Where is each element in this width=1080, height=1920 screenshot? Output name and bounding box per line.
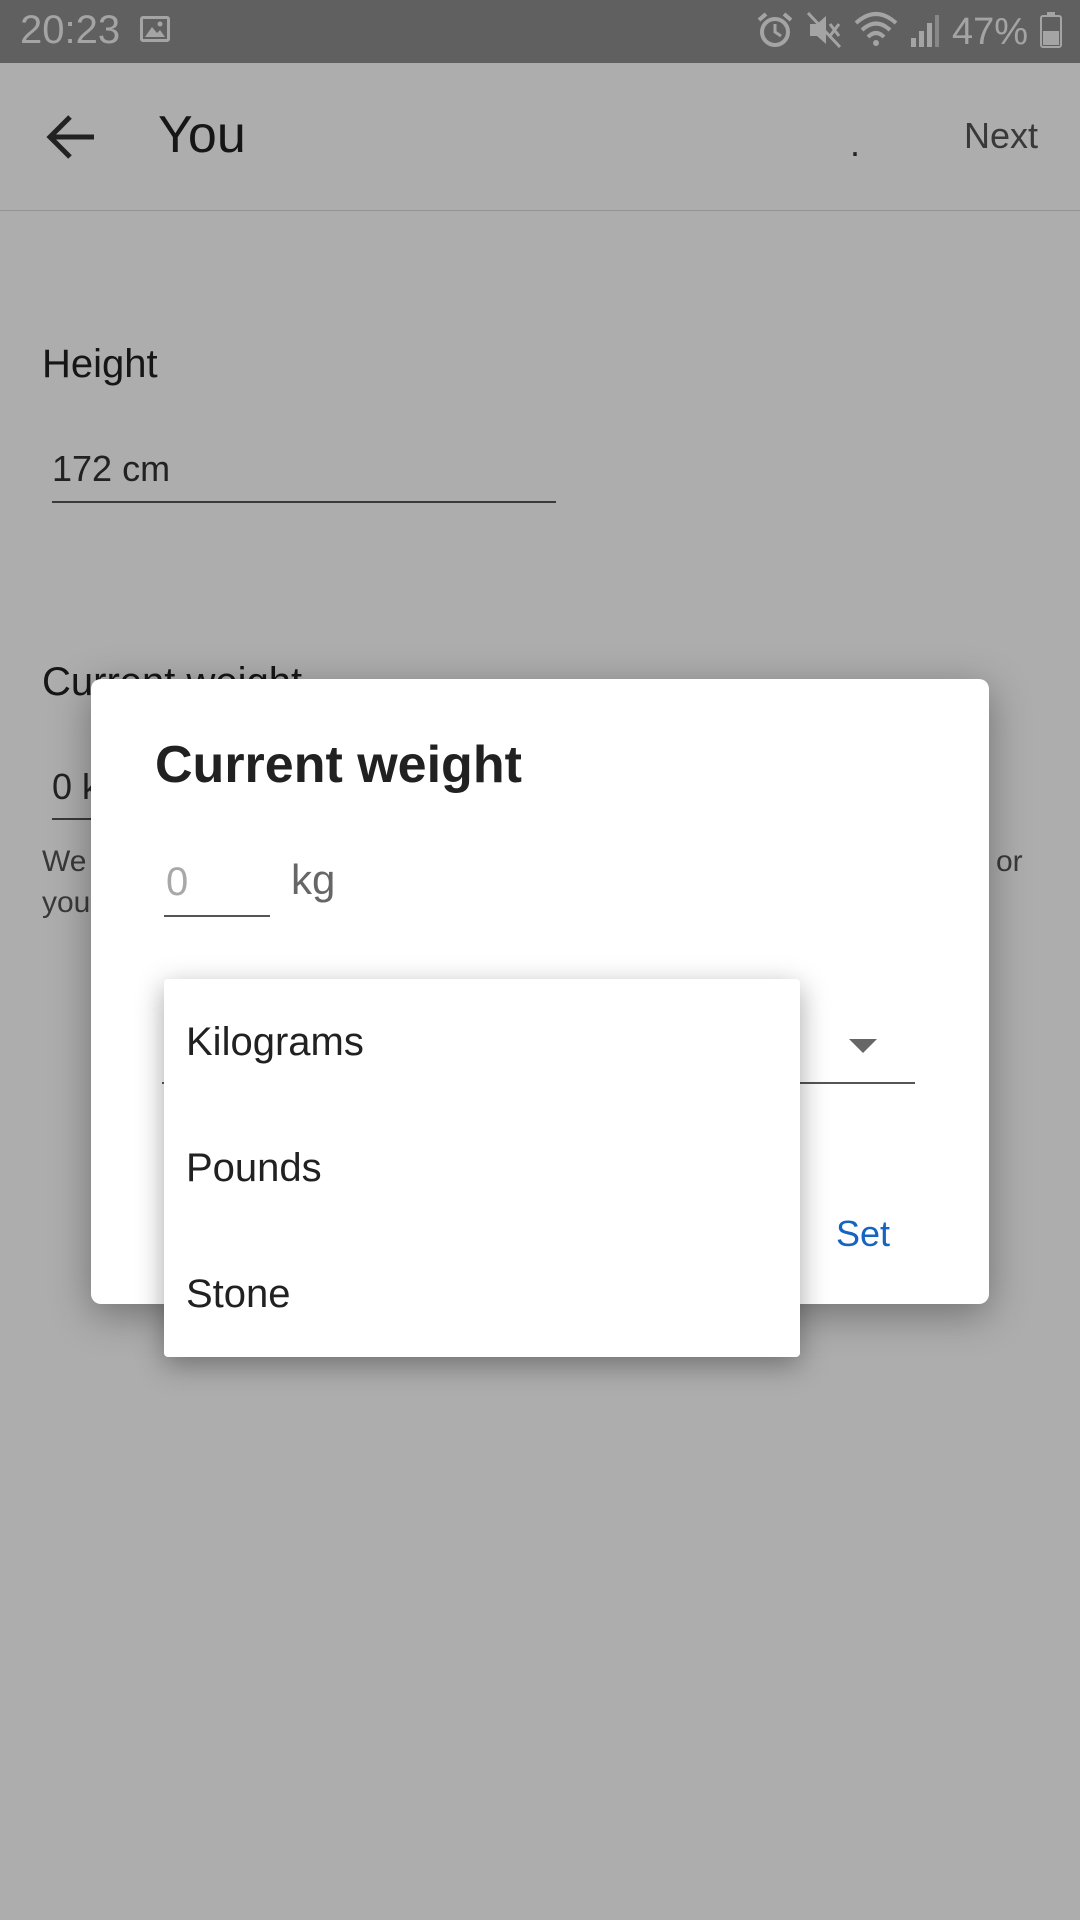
unit-dropdown-menu: Kilograms Pounds Stone [164,979,800,1357]
chevron-down-icon[interactable] [849,1039,877,1053]
dialog-title: Current weight [155,736,522,794]
menu-item-stone[interactable]: Stone [164,1231,800,1357]
set-button[interactable]: Set [836,1213,890,1255]
unit-label: kg [291,856,336,903]
weight-input[interactable] [164,849,270,917]
menu-item-kilograms[interactable]: Kilograms [164,979,800,1105]
menu-item-pounds[interactable]: Pounds [164,1105,800,1231]
